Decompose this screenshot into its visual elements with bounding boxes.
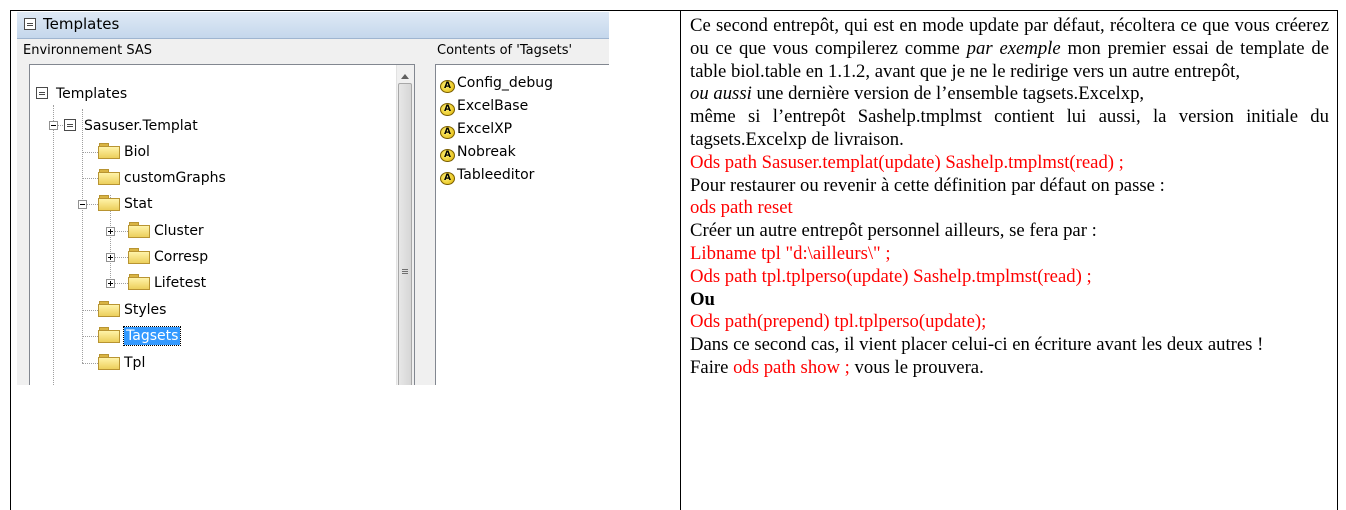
paragraph-5: Créer un autre entrepôt personnel ailleu… [690,220,1097,242]
expand-lifetest-toggle[interactable] [106,279,115,288]
tagset-icon: A [440,103,455,116]
text-run: vous le prouvera. [849,356,984,378]
tree-node-customgraphs[interactable]: customGraphs [98,167,226,189]
paragraph-1: Ce second entrepôt, qui est en mode upda… [690,15,1329,83]
tree-node-label: Corresp [154,249,209,265]
italic-run: par exemple [966,37,1061,59]
expand-corresp-toggle[interactable] [106,253,115,262]
paragraph-6: Dans ce second cas, il vient placer celu… [690,334,1264,356]
italic-run: ou aussi [690,83,752,105]
tree-node-styles[interactable]: Styles [98,299,166,321]
code-line-1: Ods path Sasuser.templat(update) Sashelp… [690,151,1124,173]
tree-pane[interactable]: Templates Sasuser.Templat Biol customGra… [29,64,415,385]
tree-line [82,363,98,364]
tree-node-label: Tagsets [122,326,182,346]
tree-node-label: Stat [124,196,153,212]
tree-node-tpl[interactable]: Tpl [98,352,145,374]
code-line-2: ods path reset [690,197,793,219]
code-line-3: Libname tpl "d:\ailleurs\" ; [690,242,891,264]
tagset-icon: A [440,126,455,139]
folder-icon [128,248,150,264]
tree-node-cluster[interactable]: Cluster [128,220,204,242]
templates-icon [36,87,48,99]
tree-node-biol[interactable]: Biol [98,141,150,163]
sas-window-title: Templates [43,15,120,33]
tree-node-label: Biol [124,144,150,160]
paragraph-2: ou aussi une dernière version de l’ensem… [690,83,1329,106]
templates-window-icon [24,18,36,30]
tree-node-stat[interactable]: Stat [98,193,152,215]
library-icon [64,119,76,131]
folder-icon [98,354,120,370]
tree-node-label: Sasuser.Templat [84,118,198,134]
text-run: Faire [690,356,734,378]
ou-heading: Ou [690,288,715,310]
tree-node-templates-root[interactable]: Templates [36,83,127,105]
tree-node-label: Cluster [154,223,204,239]
list-item[interactable]: A Config_debug [440,73,553,94]
tree-line [53,105,54,385]
code-run: ods path show ; [733,356,850,378]
tree-node-corresp[interactable]: Corresp [128,246,208,268]
tree-node-sasuser-templat[interactable]: Sasuser.Templat [64,115,198,137]
tree-node-label: Lifetest [154,275,207,291]
folder-icon [128,274,150,290]
folder-icon [98,327,120,343]
left-cell: Templates Environnement SAS Contents of … [11,11,681,510]
list-item[interactable]: A Nobreak [440,142,516,163]
paragraph-4: Pour restaurer ou revenir à cette défini… [690,174,1165,196]
tagset-icon: A [440,172,455,185]
tree-node-label: Tpl [124,355,146,371]
tree-node-label: Templates [56,86,128,102]
document-table: Templates Environnement SAS Contents of … [10,10,1338,510]
tagset-icon: A [440,149,455,162]
tree-node-label: Styles [124,302,167,318]
tree-node-tagsets[interactable]: Tagsets [98,325,182,347]
tree-node-label: customGraphs [124,170,226,186]
text-run: une dernière version de l’ensemble tagse… [751,83,1145,105]
contents-pane[interactable]: A Config_debug A ExcelBase A ExcelXP A Nobre… [435,64,609,385]
list-item[interactable]: A ExcelBase [440,96,528,117]
list-item[interactable]: A Tableeditor [440,165,534,186]
folder-icon [98,169,120,185]
list-item-label: Config_debug [457,75,554,91]
tree-line [82,310,98,311]
tree-line [82,178,98,179]
right-pane-label: Contents of 'Tagsets' [437,43,573,58]
pane-splitter[interactable] [415,64,435,385]
list-item-label: Nobreak [457,144,516,160]
folder-icon [98,143,120,159]
tree-line [82,109,83,363]
code-line-5: Ods path(prepend) tpl.tplperso(update); [690,311,987,333]
right-cell: Ce second entrepôt, qui est en mode upda… [682,11,1337,510]
tagset-icon: A [440,80,455,93]
list-item-label: Tableeditor [457,167,535,183]
paragraph-7: Faire ods path show ; vous le prouvera. [690,357,1329,380]
paragraph-3: même si l’entrepôt Sashelp.tmplmst conti… [690,106,1329,150]
folder-icon [98,195,120,211]
list-item[interactable]: A ExcelXP [440,119,512,140]
scroll-up-arrow-icon[interactable] [401,74,409,79]
collapse-stat-toggle[interactable] [78,200,87,209]
tree-line [82,152,98,153]
list-item-label: ExcelBase [457,98,529,114]
folder-icon [128,222,150,238]
code-line-4: Ods path tpl.tplperso(update) Sashelp.tm… [690,265,1092,287]
tree-scrollbar[interactable] [396,65,414,385]
expand-cluster-toggle[interactable] [106,227,115,236]
grip-icon [402,269,408,270]
folder-icon [98,301,120,317]
left-pane-label: Environnement SAS [23,43,153,58]
tree-node-lifetest[interactable]: Lifetest [128,272,206,294]
tree-line [82,336,98,337]
sas-explorer-screenshot: Templates Environnement SAS Contents of … [17,12,609,385]
scroll-thumb[interactable] [398,83,412,385]
list-item-label: ExcelXP [457,121,513,137]
sas-title-bar: Templates [17,12,609,39]
collapse-library-toggle[interactable] [49,121,58,130]
